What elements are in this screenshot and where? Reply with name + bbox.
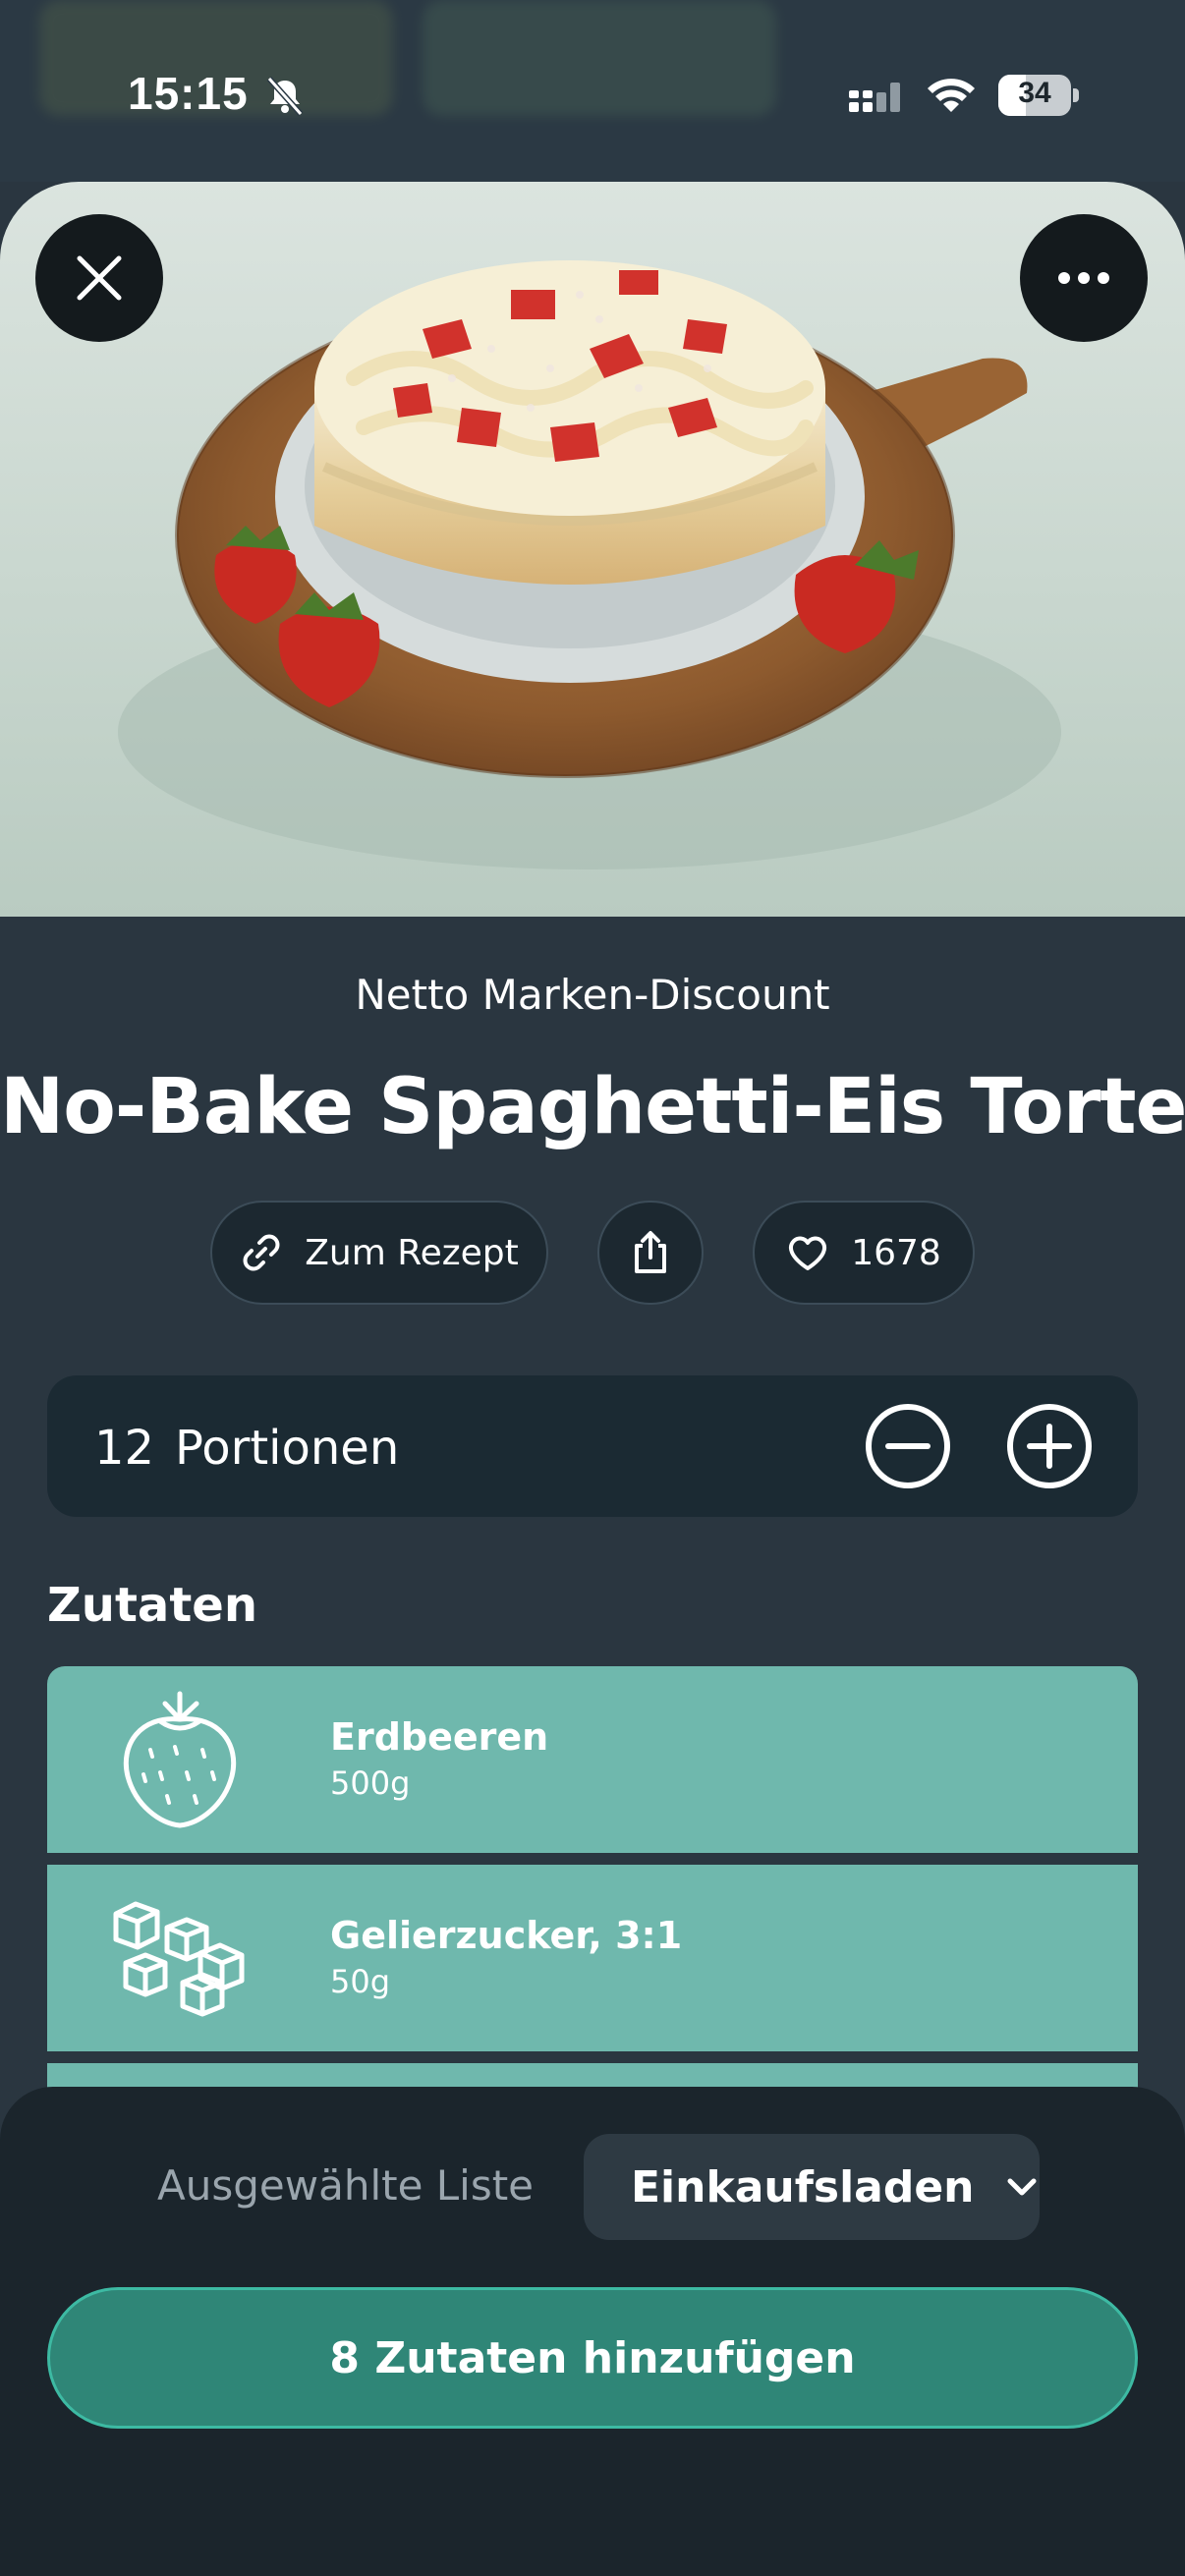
ingredient-name: Erdbeeren xyxy=(330,1715,549,1759)
status-time: 15:15 xyxy=(128,68,249,119)
sugar-cubes-icon xyxy=(113,1901,245,2017)
store-name: Netto Marken-Discount xyxy=(355,971,830,1019)
ingredient-name: Gelierzucker, 3:1 xyxy=(330,1914,683,1957)
add-to-list-sheet: Ausgewählte Liste Einkaufsladen 8 Zutate… xyxy=(0,2087,1185,2576)
battery-level: 34 xyxy=(1018,77,1051,109)
portions-control: 12 Portionen xyxy=(47,1375,1138,1517)
close-button[interactable] xyxy=(35,214,163,342)
close-icon xyxy=(77,255,122,301)
link-icon xyxy=(243,1234,280,1271)
ingredient-amount: 50g xyxy=(330,1963,391,2000)
like-button[interactable]: 1678 xyxy=(753,1201,975,1305)
signal-icon xyxy=(849,83,900,112)
portions-count: 12 xyxy=(94,1421,155,1476)
decrease-portions-button[interactable] xyxy=(863,1401,953,1491)
share-icon xyxy=(635,1231,666,1273)
share-button[interactable] xyxy=(597,1201,704,1305)
strawberry-icon xyxy=(123,1691,237,1828)
bell-slash-icon xyxy=(266,77,304,116)
add-ingredients-button[interactable]: 8 Zutaten hinzufügen xyxy=(47,2287,1138,2429)
recipe-link-button[interactable]: Zum Rezept xyxy=(210,1201,548,1305)
wifi-icon xyxy=(928,79,975,112)
portions-label: Portionen xyxy=(175,1421,400,1476)
selected-list-label: Ausgewählte Liste xyxy=(157,2161,535,2210)
status-bar: 15:15 34 xyxy=(0,0,1185,182)
more-icon xyxy=(1058,272,1109,284)
ingredients-heading: Zutaten xyxy=(47,1578,257,1633)
increase-portions-button[interactable] xyxy=(1004,1401,1095,1491)
like-count: 1678 xyxy=(851,1232,941,1273)
recipe-link-label: Zum Rezept xyxy=(305,1232,519,1273)
ingredient-amount: 500g xyxy=(330,1764,411,1802)
more-button[interactable] xyxy=(1020,214,1148,342)
heart-icon xyxy=(789,1236,827,1270)
cake-illustration xyxy=(118,260,1061,869)
recipe-photo xyxy=(0,182,1185,917)
recipe-title: No-Bake Spaghetti-Eis Torte xyxy=(0,1063,1185,1151)
shopping-list-dropdown[interactable]: Einkaufsladen xyxy=(584,2134,1040,2240)
battery-icon: 34 xyxy=(998,75,1079,116)
ingredient-item[interactable]: Erdbeeren 500g xyxy=(47,1666,1138,1853)
ingredient-item[interactable]: Gelierzucker, 3:1 50g xyxy=(47,1865,1138,2051)
selected-list-value: Einkaufsladen xyxy=(631,2161,975,2212)
chevron-down-icon xyxy=(1007,2178,1037,2196)
